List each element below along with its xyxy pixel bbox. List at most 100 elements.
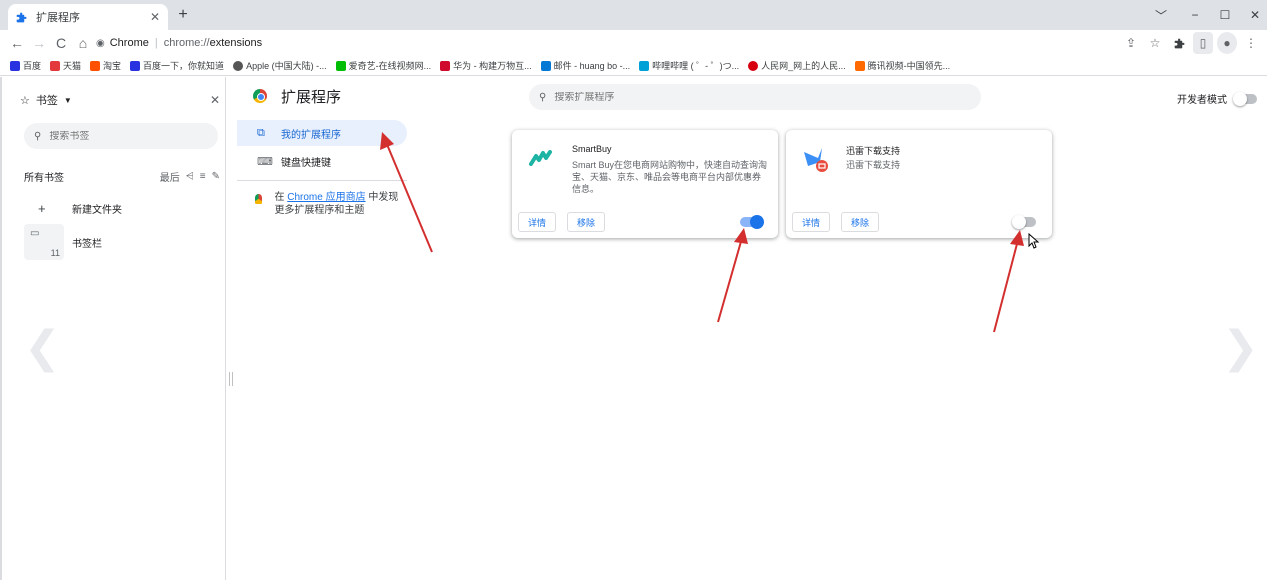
bookmark-icon: [440, 60, 451, 71]
toggle-knob: [750, 215, 764, 229]
bookmark-icon: [233, 60, 244, 71]
extension-card-xunlei: 迅雷下载支持 迅雷下载支持 详情 移除: [786, 130, 1052, 238]
bookmark-icon: [854, 60, 865, 71]
extension-description: Smart Buy在您电商网站购物中，快速自动查询淘宝、天猫、京东、唯品会等电商…: [572, 160, 768, 194]
tab-close-icon[interactable]: ✕: [150, 10, 160, 24]
new-folder-button[interactable]: + 新建文件夹: [38, 201, 122, 216]
bookmarks-bar: 百度 天猫 淘宝 百度一下，你就知道 Apple (中国大陆) -... 爱奇艺…: [0, 56, 1267, 76]
remove-button[interactable]: 移除: [567, 212, 606, 232]
bookmark-huawei[interactable]: 华为 - 构建万物互...: [440, 59, 532, 72]
side-panel-title: 书签: [35, 95, 58, 107]
search-icon: ⚲: [34, 130, 42, 142]
bookmark-baidu[interactable]: 百度: [10, 59, 41, 72]
carousel-prev-icon[interactable]: ❮: [24, 322, 61, 373]
puzzle-outline-icon: ⧉: [257, 126, 265, 139]
details-button[interactable]: 详情: [792, 212, 831, 232]
nav-label: 键盘快捷键: [281, 157, 331, 169]
bookmark-icon: [335, 60, 346, 71]
chrome-logo-icon: [253, 89, 267, 103]
url-host: chrome://: [163, 37, 210, 49]
webstore-link[interactable]: Chrome 应用商店: [287, 192, 365, 203]
bookmark-tmall[interactable]: 天猫: [50, 59, 81, 72]
bookmark-baidu-search[interactable]: 百度一下，你就知道: [130, 59, 224, 72]
home-icon[interactable]: ⌂: [72, 32, 94, 54]
menu-icon[interactable]: ⋮: [1241, 32, 1261, 54]
filter-icon[interactable]: ⩤: [186, 171, 194, 182]
bookmark-icon: [50, 60, 61, 71]
share-icon[interactable]: ⇪: [1121, 32, 1141, 54]
bookmark-label: 腾讯视频-中国领先...: [867, 61, 951, 71]
bookmark-icon: [540, 60, 551, 71]
extension-description: 迅雷下载支持: [846, 160, 901, 170]
bookmark-mail[interactable]: 邮件 - huang bo -...: [540, 59, 631, 72]
bookmark-search-input[interactable]: [49, 130, 190, 142]
bookmark-label: 哔哩哔哩 ( ゜- ゜)つ...: [652, 61, 740, 71]
all-bookmarks-row: 所有书签 最后 ⩤ ≡ ✎: [24, 169, 220, 184]
toolbar-icons: ⇪ ☆ ▯ ● ⋮: [1121, 32, 1261, 54]
developer-mode-toggle[interactable]: [1233, 91, 1257, 106]
extension-search[interactable]: ⚲: [529, 84, 981, 110]
puzzle-icon: [16, 11, 28, 23]
bookmark-apple[interactable]: Apple (中国大陆) -...: [233, 59, 327, 72]
profile-icon[interactable]: ●: [1217, 32, 1237, 54]
edit-icon[interactable]: ✎: [212, 171, 220, 182]
bookmark-people[interactable]: 人民网_网上的人民...: [748, 59, 846, 72]
extension-search-input[interactable]: [554, 91, 935, 103]
url-path: extensions: [209, 37, 263, 49]
bookmark-label: 邮件 - huang bo -...: [553, 61, 631, 71]
url-separator: |: [154, 37, 158, 49]
xunlei-logo-icon: [802, 146, 828, 172]
tab-extensions[interactable]: 扩展程序 ✕: [8, 4, 168, 30]
extensions-icon[interactable]: [1169, 32, 1189, 54]
reload-icon[interactable]: C: [50, 32, 72, 54]
folder-thumbnail: ▭ 11: [24, 224, 64, 260]
all-bookmarks-label: 所有书签: [24, 173, 64, 184]
bookmark-bilibili[interactable]: 哔哩哔哩 ( ゜- ゜)つ...: [639, 59, 739, 72]
side-panel-resize-handle[interactable]: [229, 372, 233, 386]
carousel-next-icon[interactable]: ❯: [1222, 322, 1259, 373]
bookmark-iqiyi[interactable]: 爱奇艺-在线视频网...: [335, 59, 432, 72]
tab-search-icon[interactable]: ﹀: [1146, 0, 1176, 30]
bookmark-label: 爱奇艺-在线视频网...: [348, 61, 432, 71]
folder-icon: ▭: [30, 228, 40, 239]
side-panel-header[interactable]: ☆ 书签 ▼ ✕: [20, 91, 220, 109]
bookmark-star-icon[interactable]: ☆: [1145, 32, 1165, 54]
forward-icon[interactable]: →: [28, 32, 50, 54]
extensions-header: 扩展程序 ⚲ 开发者模式: [237, 77, 1267, 119]
webstore-prefix: 在: [274, 192, 285, 203]
nav-label: 我的扩展程序: [281, 129, 341, 141]
bookmark-tencent-video[interactable]: 腾讯视频-中国领先...: [854, 59, 951, 72]
plus-icon: +: [38, 201, 46, 216]
tab-strip: 扩展程序 ✕ + ﹀ − ☐ ✕: [0, 0, 1267, 30]
bookmarks-bar-folder[interactable]: ▭ 11 书签栏: [24, 224, 204, 260]
bookmark-taobao[interactable]: 淘宝: [90, 59, 121, 72]
new-tab-button[interactable]: +: [174, 6, 192, 24]
new-folder-label: 新建文件夹: [72, 205, 122, 216]
bookmark-icon: [90, 60, 101, 71]
maximize-button[interactable]: ☐: [1210, 0, 1240, 30]
minimize-button[interactable]: −: [1180, 0, 1210, 30]
folder-label: 书签栏: [72, 238, 102, 250]
annotation-arrow: [993, 230, 1024, 333]
window-close-button[interactable]: ✕: [1240, 0, 1267, 30]
developer-mode-label: 开发者模式: [1177, 95, 1227, 106]
back-icon[interactable]: ←: [6, 32, 28, 54]
bookmark-label: 华为 - 构建万物互...: [453, 61, 532, 71]
folder-count: 11: [50, 248, 60, 258]
bookmark-icon: [639, 60, 650, 71]
extension-name: 迅雷下载支持: [846, 146, 901, 156]
bookmark-search[interactable]: ⚲: [24, 123, 218, 149]
side-panel-icon[interactable]: ▯: [1193, 32, 1213, 54]
sort-label[interactable]: 最后: [160, 169, 180, 184]
side-panel-close-icon[interactable]: ✕: [210, 93, 220, 107]
annotation-arrow: [717, 228, 748, 323]
details-button[interactable]: 详情: [518, 212, 557, 232]
bookmark-icon: [748, 60, 759, 71]
address-bar[interactable]: ◉ Chrome | chrome://extensions: [96, 32, 1176, 54]
list-view-icon[interactable]: ≡: [200, 171, 206, 182]
bookmark-label: Apple (中国大陆) -...: [246, 61, 327, 71]
chrome-page-icon: ◉: [96, 37, 105, 49]
remove-button[interactable]: 移除: [841, 212, 880, 232]
keyboard-icon: ⌨: [257, 155, 273, 168]
bookmark-label: 百度: [23, 61, 42, 71]
